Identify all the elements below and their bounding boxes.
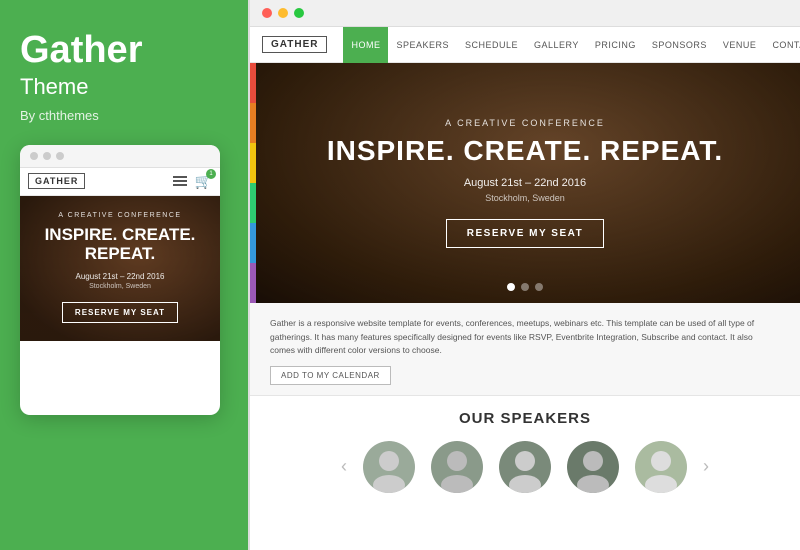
desktop-hero: A CREATIVE CONFERENCE INSPIRE. CREATE. R… — [250, 63, 800, 303]
right-panel: GATHER HOME SPEAKERS SCHEDULE GALLERY PR… — [248, 0, 800, 550]
mobile-top-bar — [20, 145, 220, 168]
slider-dot-1[interactable] — [507, 283, 515, 291]
speakers-row: ‹ — [270, 441, 780, 493]
mobile-reserve-button[interactable]: RESERVE MY SEAT — [62, 302, 178, 323]
speakers-prev-arrow[interactable]: ‹ — [341, 456, 347, 477]
nav-pricing[interactable]: PRICING — [587, 27, 644, 63]
mobile-conf-headline: INSPIRE. CREATE. REPEAT. — [32, 225, 208, 264]
add-calendar-button[interactable]: ADD TO MY CALENDAR — [270, 366, 391, 385]
mobile-cart-badge: 1 — [206, 169, 216, 179]
slider-dots — [507, 283, 543, 291]
left-panel: Gather Theme By cththemes GATHER 🛒 1 A C… — [0, 0, 248, 550]
theme-subtitle: Theme — [20, 74, 228, 100]
desktop-conf-label: A CREATIVE CONFERENCE — [445, 118, 605, 128]
mobile-nav: GATHER 🛒 1 — [20, 168, 220, 196]
desktop-content: GATHER HOME SPEAKERS SCHEDULE GALLERY PR… — [250, 27, 800, 550]
slider-dot-2[interactable] — [521, 283, 529, 291]
speakers-title: OUR SPEAKERS — [270, 410, 780, 427]
desktop-navbar: GATHER HOME SPEAKERS SCHEDULE GALLERY PR… — [250, 27, 800, 63]
byline: By cththemes — [20, 108, 228, 123]
chrome-dot-minimize[interactable] — [278, 8, 288, 18]
nav-speakers[interactable]: SPEAKERS — [388, 27, 457, 63]
mobile-dot-3 — [56, 152, 64, 160]
desktop-speakers-section: OUR SPEAKERS ‹ — [250, 396, 800, 550]
mobile-hamburger-icon[interactable] — [173, 176, 187, 186]
desktop-chrome-bar — [250, 0, 800, 27]
theme-title: Gather — [20, 30, 228, 72]
desktop-description-section: Gather is a responsive website template … — [250, 303, 800, 396]
mobile-dot-1 — [30, 152, 38, 160]
mobile-conf-location: Stockholm, Sweden — [32, 283, 208, 290]
desktop-conf-headline: INSPIRE. CREATE. REPEAT. — [327, 136, 723, 167]
nav-gallery[interactable]: GALLERY — [526, 27, 587, 63]
desktop-nav-links: HOME SPEAKERS SCHEDULE GALLERY PRICING S… — [343, 27, 800, 63]
desktop-conf-date: August 21st – 22nd 2016 — [464, 177, 586, 189]
chrome-dot-maximize[interactable] — [294, 8, 304, 18]
slider-dot-3[interactable] — [535, 283, 543, 291]
mobile-hero: A CREATIVE CONFERENCE INSPIRE. CREATE. R… — [20, 196, 220, 341]
mobile-conf-date: August 21st – 22nd 2016 — [32, 272, 208, 281]
speakers-next-arrow[interactable]: › — [703, 456, 709, 477]
nav-sponsors[interactable]: SPONSORS — [644, 27, 715, 63]
speaker-avatar-5[interactable] — [635, 441, 687, 493]
nav-venue[interactable]: VENUE — [715, 27, 765, 63]
desktop-reserve-button[interactable]: RESERVE MY SEAT — [446, 219, 604, 248]
speaker-avatar-2[interactable] — [431, 441, 483, 493]
mobile-logo: GATHER — [28, 173, 85, 189]
nav-schedule[interactable]: SCHEDULE — [457, 27, 526, 63]
speaker-avatar-1[interactable] — [363, 441, 415, 493]
mobile-dot-2 — [43, 152, 51, 160]
color-bar — [250, 63, 256, 303]
desktop-description-text: Gather is a responsive website template … — [270, 318, 754, 355]
nav-contact[interactable]: CONTACT — [764, 27, 800, 63]
speaker-avatar-4[interactable] — [567, 441, 619, 493]
mobile-conf-label: A CREATIVE CONFERENCE — [32, 212, 208, 219]
chrome-dot-close[interactable] — [262, 8, 272, 18]
mobile-mockup: GATHER 🛒 1 A CREATIVE CONFERENCE INSPIRE… — [20, 145, 220, 415]
nav-home[interactable]: HOME — [343, 27, 388, 63]
mobile-cart-icon[interactable]: 🛒 1 — [195, 173, 212, 190]
desktop-conf-location: Stockholm, Sweden — [485, 193, 565, 203]
speaker-avatar-3[interactable] — [499, 441, 551, 493]
desktop-logo: GATHER — [262, 36, 327, 53]
